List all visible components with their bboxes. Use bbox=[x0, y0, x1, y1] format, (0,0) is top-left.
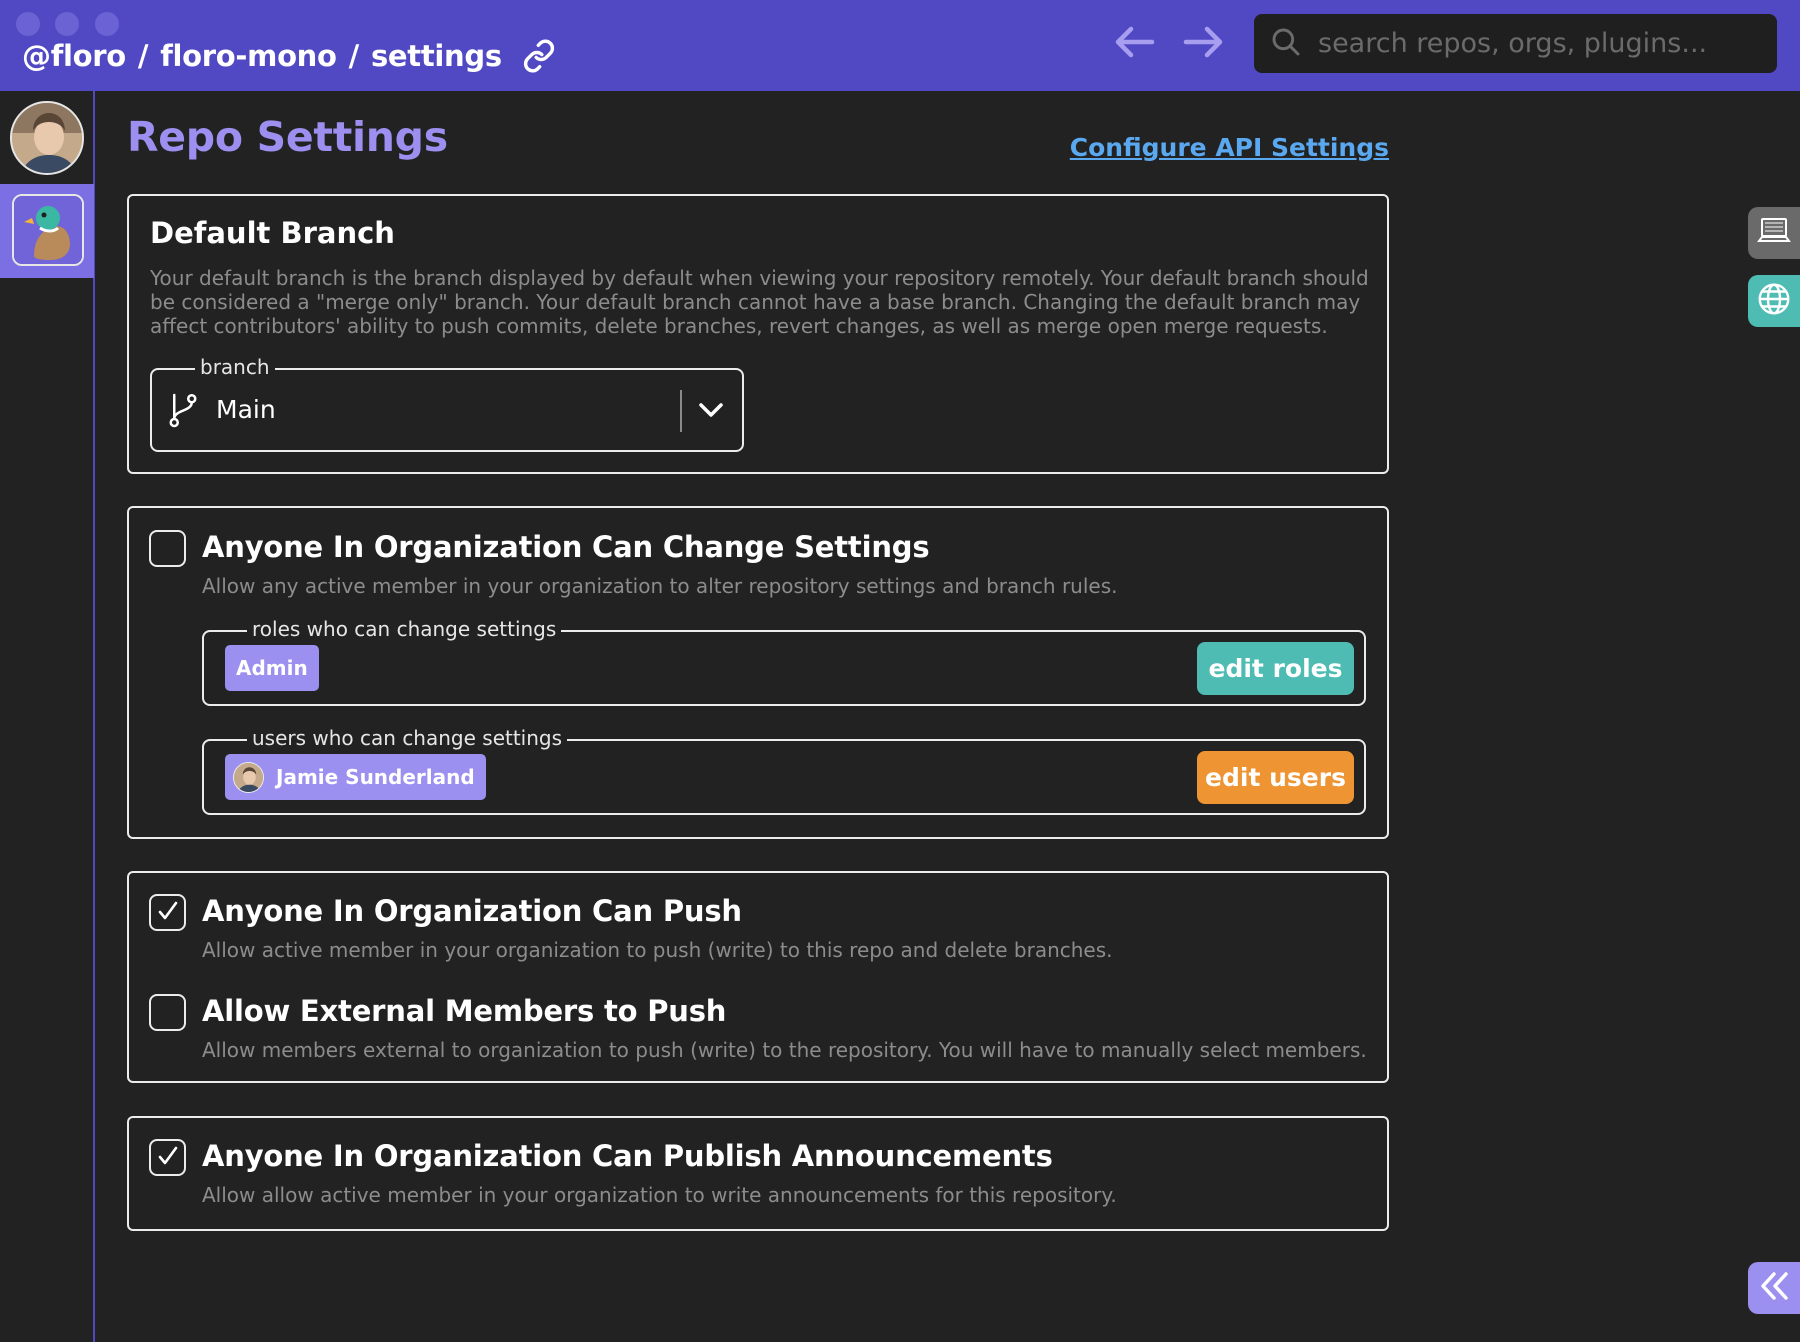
default-branch-description: Your default branch is the branch displa… bbox=[150, 266, 1369, 338]
link-icon[interactable] bbox=[522, 39, 556, 73]
announcements-title: Anyone In Organization Can Publish Annou… bbox=[202, 1139, 1053, 1173]
change-settings-checkbox[interactable] bbox=[149, 530, 186, 567]
repo-logo bbox=[12, 194, 84, 266]
default-branch-card: Default Branch Your default branch is th… bbox=[127, 194, 1389, 474]
change-settings-card: Anyone In Organization Can Change Settin… bbox=[127, 506, 1389, 839]
user-chip-name: Jamie Sunderland bbox=[276, 765, 475, 789]
checkmark-icon bbox=[156, 899, 180, 927]
roles-fieldset-label: roles who can change settings bbox=[247, 617, 562, 641]
breadcrumb-separator: / bbox=[137, 39, 149, 73]
chevron-down-icon[interactable] bbox=[697, 398, 725, 426]
configure-api-settings-link[interactable]: Configure API Settings bbox=[1070, 133, 1389, 162]
arrow-left-icon bbox=[1114, 25, 1156, 63]
search-bar[interactable] bbox=[1254, 14, 1777, 73]
select-divider bbox=[680, 390, 682, 432]
checkmark-icon bbox=[156, 1144, 180, 1172]
breadcrumb-owner[interactable]: @floro bbox=[22, 39, 126, 73]
users-fieldset-label: users who can change settings bbox=[247, 726, 568, 750]
change-settings-title: Anyone In Organization Can Change Settin… bbox=[202, 530, 930, 564]
user-chip[interactable]: Jamie Sunderland bbox=[225, 754, 486, 800]
announcements-checkbox[interactable] bbox=[149, 1139, 186, 1176]
search-input[interactable] bbox=[1318, 28, 1758, 59]
title-bar: @floro / floro-mono / settings bbox=[0, 0, 1800, 91]
sidebar bbox=[0, 91, 95, 1342]
default-branch-title: Default Branch bbox=[150, 216, 395, 250]
can-push-title: Anyone In Organization Can Push bbox=[202, 894, 742, 928]
search-icon bbox=[1270, 26, 1302, 62]
push-permissions-card: Anyone In Organization Can Push Allow ac… bbox=[127, 871, 1389, 1083]
laptop-icon bbox=[1757, 216, 1791, 250]
globe-icon bbox=[1756, 281, 1792, 321]
page-title: Repo Settings bbox=[127, 113, 448, 161]
branch-select-label: branch bbox=[195, 355, 275, 379]
breadcrumb-page: settings bbox=[370, 39, 502, 73]
external-push-title: Allow External Members to Push bbox=[202, 994, 727, 1028]
can-push-description: Allow active member in your organization… bbox=[202, 938, 1113, 962]
announcements-card: Anyone In Organization Can Publish Annou… bbox=[127, 1116, 1389, 1231]
window-close-dot[interactable] bbox=[16, 12, 40, 36]
users-fieldset: users who can change settings Jamie Sund… bbox=[202, 726, 1366, 815]
breadcrumb-separator: / bbox=[348, 39, 360, 73]
branch-select[interactable]: branch Main bbox=[150, 355, 744, 452]
edit-users-button[interactable]: edit users bbox=[1197, 751, 1354, 804]
arrow-right-icon bbox=[1182, 25, 1224, 63]
announcements-description: Allow allow active member in your organi… bbox=[202, 1183, 1117, 1207]
user-avatar[interactable] bbox=[10, 101, 84, 175]
double-chevron-left-icon bbox=[1756, 1268, 1792, 1308]
user-chip-avatar bbox=[233, 761, 264, 793]
change-settings-description: Allow any active member in your organiza… bbox=[202, 574, 1118, 598]
git-branch-icon bbox=[168, 392, 198, 432]
roles-fieldset: roles who can change settings Admin edit… bbox=[202, 617, 1366, 706]
device-tab[interactable] bbox=[1748, 207, 1800, 259]
collapse-panel-button[interactable] bbox=[1748, 1262, 1800, 1314]
remote-tab[interactable] bbox=[1748, 275, 1800, 327]
window-minimize-dot[interactable] bbox=[55, 12, 79, 36]
back-button[interactable] bbox=[1111, 22, 1159, 66]
window-maximize-dot[interactable] bbox=[95, 12, 119, 36]
external-push-description: Allow members external to organization t… bbox=[202, 1038, 1367, 1062]
sidebar-item-repo[interactable] bbox=[0, 184, 94, 278]
role-chip-admin[interactable]: Admin bbox=[225, 645, 319, 691]
can-push-checkbox[interactable] bbox=[149, 894, 186, 931]
branch-select-value: Main bbox=[216, 395, 276, 424]
forward-button[interactable] bbox=[1179, 22, 1227, 66]
breadcrumb-repo[interactable]: floro-mono bbox=[160, 39, 337, 73]
edit-roles-button[interactable]: edit roles bbox=[1197, 642, 1354, 695]
external-push-checkbox[interactable] bbox=[149, 994, 186, 1031]
breadcrumb: @floro / floro-mono / settings bbox=[22, 34, 556, 78]
